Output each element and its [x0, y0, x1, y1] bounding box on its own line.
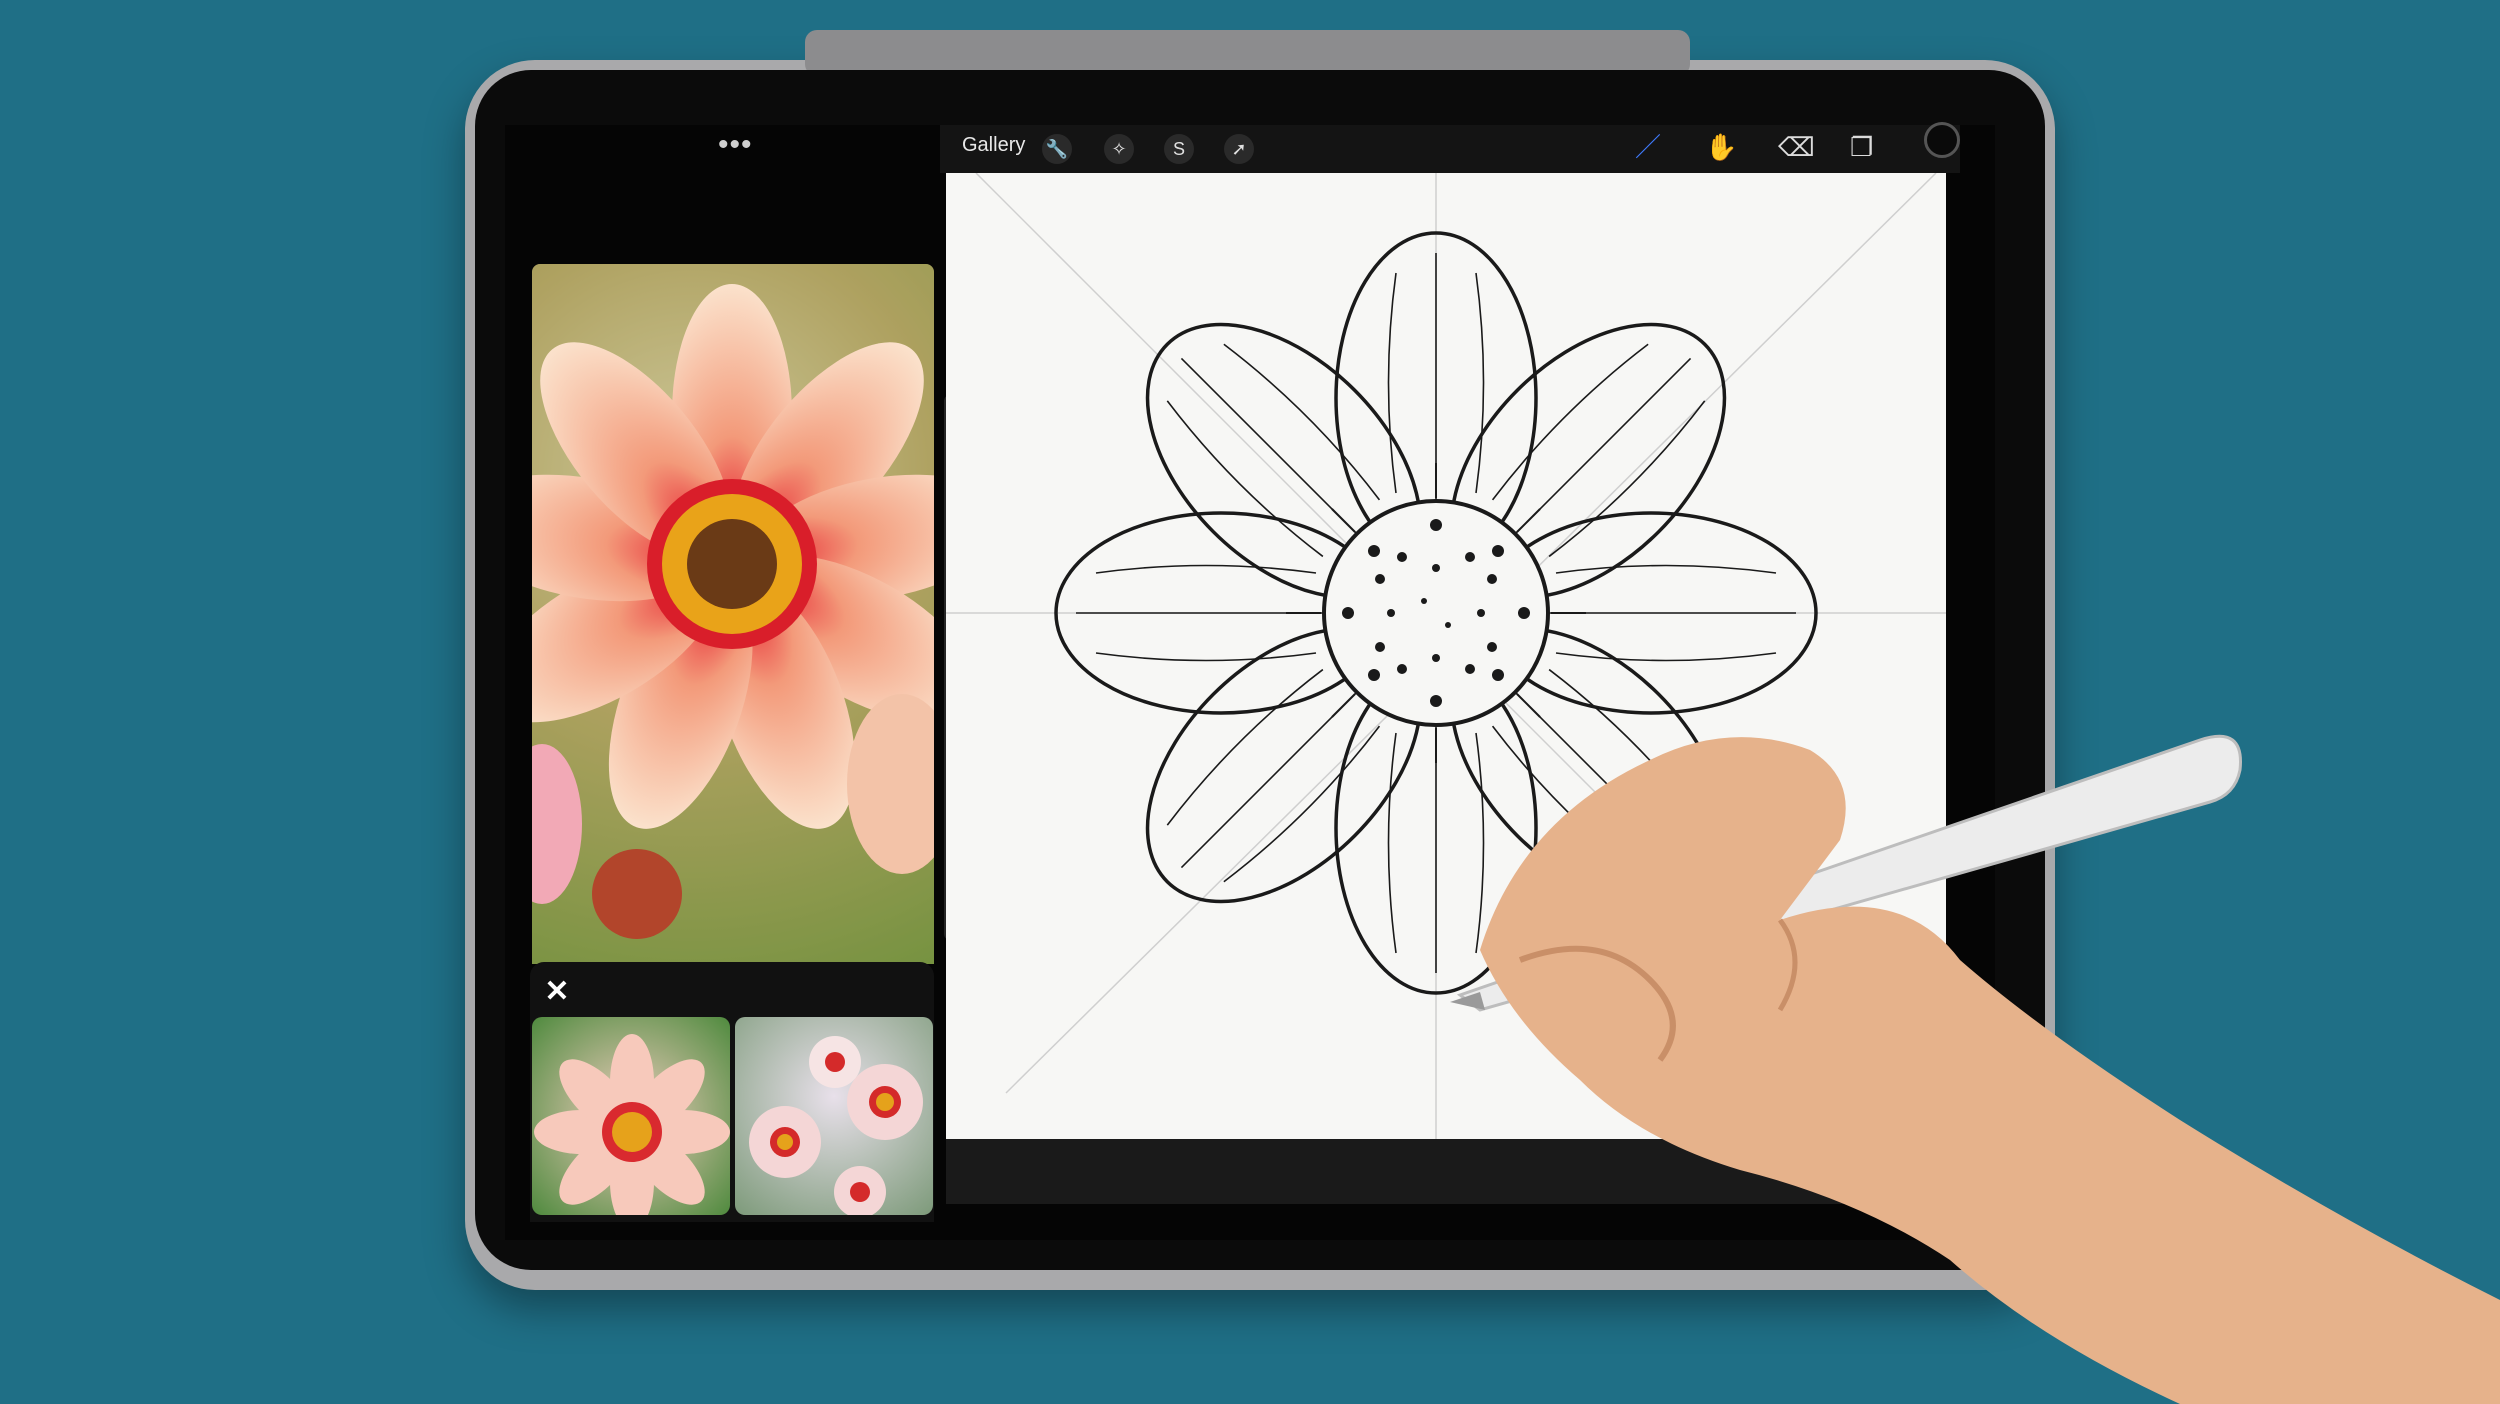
transform-icon[interactable]: ➚ [1224, 134, 1254, 164]
multitask-menu-icon[interactable]: ••• [718, 128, 753, 162]
reference-thumbnail-2[interactable] [735, 1017, 933, 1215]
hand [1480, 737, 2500, 1404]
reference-thumbnail-1[interactable] [532, 1017, 730, 1215]
adjustments-icon[interactable]: ✧ [1104, 134, 1134, 164]
reference-image [532, 264, 934, 964]
eraser-icon[interactable]: ⌫ [1778, 132, 1815, 162]
actions-icon[interactable]: 🔧 [1042, 134, 1072, 164]
close-reference-button[interactable]: ✕ [540, 975, 574, 1009]
color-picker-button[interactable] [1924, 122, 1960, 158]
layers-icon[interactable]: ❐ [1850, 132, 1873, 162]
brush-icon[interactable]: ／ [1635, 132, 1661, 162]
selection-icon[interactable]: S [1164, 134, 1194, 164]
gallery-button[interactable]: Gallery [962, 134, 1025, 157]
smudge-icon[interactable]: ✋ [1705, 132, 1737, 162]
